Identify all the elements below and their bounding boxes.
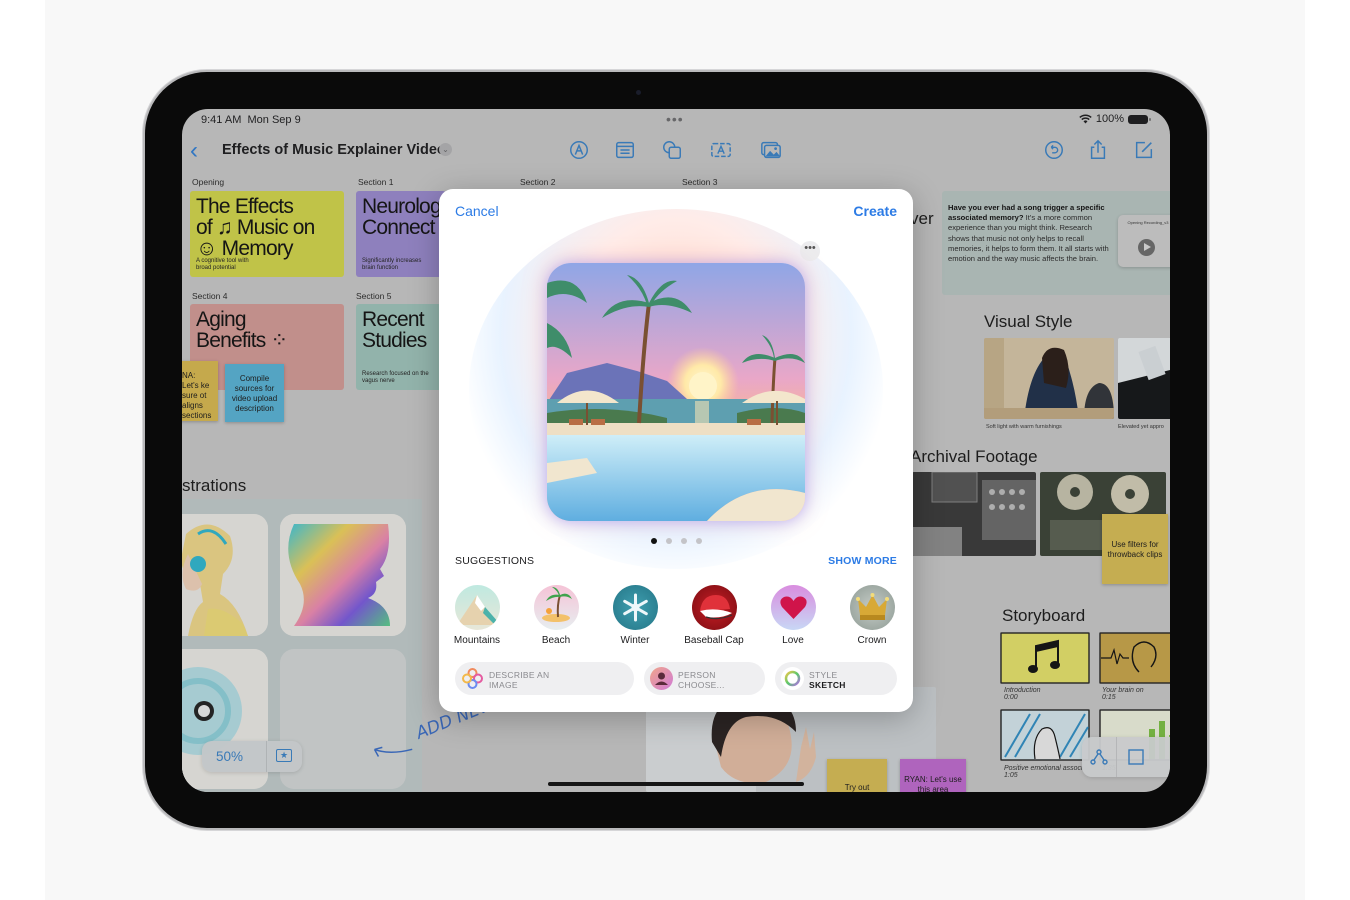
chip-label: STYLE (809, 670, 838, 680)
style-chip[interactable]: STYLE SKETCH (775, 662, 897, 695)
mountain-icon (454, 585, 500, 630)
page-indicator[interactable] (651, 538, 702, 544)
generated-image-preview[interactable] (547, 263, 805, 521)
crown-icon (849, 585, 895, 630)
person-chip[interactable]: PERSON CHOOSE... (644, 662, 765, 695)
page-dot[interactable] (666, 538, 672, 544)
page-dot[interactable] (696, 538, 702, 544)
heart-icon (770, 585, 816, 630)
show-more-button[interactable]: SHOW MORE (828, 555, 897, 567)
front-camera (636, 90, 641, 95)
cancel-button[interactable]: Cancel (455, 203, 499, 219)
chip-label: CHOOSE... (678, 680, 725, 690)
image-playground-icon (461, 667, 484, 690)
snowflake-icon (612, 585, 658, 630)
suggestion-beach[interactable]: Beach (521, 585, 591, 646)
page-dot-active[interactable] (651, 538, 657, 544)
style-sketch-icon (781, 667, 804, 690)
more-options-icon[interactable]: ••• (800, 241, 820, 261)
palm-tree-icon (533, 585, 579, 630)
create-button[interactable]: Create (853, 203, 897, 219)
chip-label: IMAGE (489, 680, 518, 690)
page-dot[interactable] (681, 538, 687, 544)
suggestions-label: SUGGESTIONS (455, 555, 535, 567)
suggestion-mountains[interactable]: Mountains (442, 585, 512, 646)
freeform-screen: 9:41 AM Mon Sep 9 ••• 100% ‹ Effects of … (182, 109, 1170, 792)
chip-label: DESCRIBE AN (489, 670, 550, 680)
suggestion-crown[interactable]: Crown (837, 585, 907, 646)
suggestion-baseball-cap[interactable]: Baseball Cap (679, 585, 749, 646)
describe-image-chip[interactable]: DESCRIBE AN IMAGE (455, 662, 634, 695)
suggestion-love[interactable]: Love (758, 585, 828, 646)
baseball-cap-icon (691, 585, 737, 630)
person-icon (650, 667, 673, 690)
chip-value: SKETCH (809, 680, 846, 690)
chip-label: PERSON (678, 670, 716, 680)
image-playground-sheet: Cancel Create ••• SUGGESTIONS SHOW MORE … (439, 189, 913, 712)
suggestion-winter[interactable]: Winter (600, 585, 670, 646)
